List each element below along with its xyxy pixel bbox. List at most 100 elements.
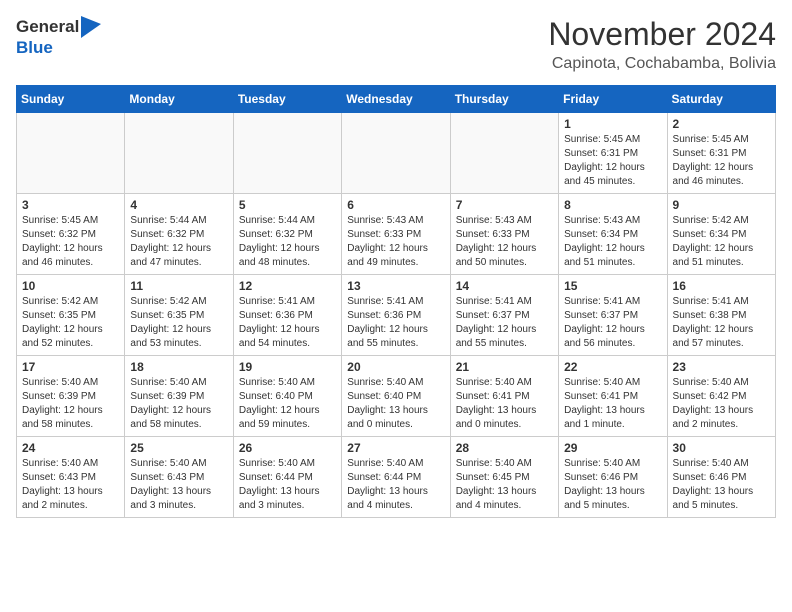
day-info: Sunrise: 5:41 AM Sunset: 6:36 PM Dayligh… (347, 295, 444, 351)
day-number: 14 (456, 279, 553, 293)
day-info: Sunrise: 5:40 AM Sunset: 6:41 PM Dayligh… (456, 376, 553, 432)
calendar-cell: 16Sunrise: 5:41 AM Sunset: 6:38 PM Dayli… (667, 275, 775, 356)
day-info: Sunrise: 5:40 AM Sunset: 6:43 PM Dayligh… (130, 457, 227, 513)
calendar-cell: 21Sunrise: 5:40 AM Sunset: 6:41 PM Dayli… (450, 356, 558, 437)
calendar-cell: 5 Sunrise: 5:44 AM Sunset: 6:32 PM Daylig… (233, 194, 341, 275)
calendar-cell: 20Sunrise: 5:40 AM Sunset: 6:40 PM Dayli… (342, 356, 450, 437)
calendar-cell: 30 Sunrise: 5:40 AM Sunset: 6:46 PM Dayli… (667, 437, 775, 518)
calendar-cell: 17Sunrise: 5:40 AM Sunset: 6:39 PM Dayli… (17, 356, 125, 437)
calendar-cell: 28 Sunrise: 5:40 AM Sunset: 6:45 PM Dayli… (450, 437, 558, 518)
weekday-monday: Monday (125, 86, 233, 113)
logo-blue: Blue (16, 38, 53, 57)
day-info: Sunrise: 5:41 AM Sunset: 6:36 PM Dayligh… (239, 295, 336, 351)
day-number: 25 (130, 441, 227, 455)
day-info: Sunrise: 5:44 AM Sunset: 6:32 PM Dayligh… (130, 214, 227, 270)
title-block: November 2024 Capinota, Cochabamba, Boli… (548, 16, 776, 73)
weekday-saturday: Saturday (667, 86, 775, 113)
calendar-cell: 8Sunrise: 5:43 AM Sunset: 6:34 PM Daylig… (559, 194, 667, 275)
calendar-cell: 6 Sunrise: 5:43 AM Sunset: 6:33 PM Daylig… (342, 194, 450, 275)
day-info: Sunrise: 5:40 AM Sunset: 6:46 PM Dayligh… (564, 457, 661, 513)
calendar-table: SundayMondayTuesdayWednesdayThursdayFrid… (16, 85, 776, 518)
day-info: Sunrise: 5:40 AM Sunset: 6:41 PM Dayligh… (564, 376, 661, 432)
weekday-sunday: Sunday (17, 86, 125, 113)
weekday-thursday: Thursday (450, 86, 558, 113)
calendar-cell (17, 113, 125, 194)
week-row-0: 1 Sunrise: 5:45 AM Sunset: 6:31 PM Daylig… (17, 113, 776, 194)
calendar-cell: 15 Sunrise: 5:41 AM Sunset: 6:37 PM Dayli… (559, 275, 667, 356)
day-number: 18 (130, 360, 227, 374)
calendar-cell: 27 Sunrise: 5:40 AM Sunset: 6:44 PM Dayli… (342, 437, 450, 518)
day-number: 10 (22, 279, 119, 293)
weekday-wednesday: Wednesday (342, 86, 450, 113)
calendar-cell: 22 Sunrise: 5:40 AM Sunset: 6:41 PM Dayli… (559, 356, 667, 437)
calendar-cell: 11 Sunrise: 5:42 AM Sunset: 6:35 PM Dayli… (125, 275, 233, 356)
calendar-cell (342, 113, 450, 194)
calendar-cell: 14 Sunrise: 5:41 AM Sunset: 6:37 PM Dayli… (450, 275, 558, 356)
day-info: Sunrise: 5:41 AM Sunset: 6:37 PM Dayligh… (456, 295, 553, 351)
calendar-cell: 13 Sunrise: 5:41 AM Sunset: 6:36 PM Dayli… (342, 275, 450, 356)
day-number: 4 (130, 198, 227, 212)
weekday-tuesday: Tuesday (233, 86, 341, 113)
week-row-3: 17Sunrise: 5:40 AM Sunset: 6:39 PM Dayli… (17, 356, 776, 437)
day-number: 19 (239, 360, 336, 374)
day-number: 5 (239, 198, 336, 212)
day-info: Sunrise: 5:43 AM Sunset: 6:34 PM Dayligh… (564, 214, 661, 270)
day-info: Sunrise: 5:40 AM Sunset: 6:40 PM Dayligh… (239, 376, 336, 432)
day-number: 12 (239, 279, 336, 293)
day-info: Sunrise: 5:40 AM Sunset: 6:42 PM Dayligh… (673, 376, 770, 432)
calendar-cell (450, 113, 558, 194)
day-number: 28 (456, 441, 553, 455)
logo: General Blue (16, 16, 101, 58)
day-number: 6 (347, 198, 444, 212)
day-number: 30 (673, 441, 770, 455)
day-number: 27 (347, 441, 444, 455)
day-info: Sunrise: 5:43 AM Sunset: 6:33 PM Dayligh… (456, 214, 553, 270)
day-info: Sunrise: 5:45 AM Sunset: 6:31 PM Dayligh… (673, 133, 770, 189)
day-number: 17 (22, 360, 119, 374)
day-number: 2 (673, 117, 770, 131)
calendar-cell: 3Sunrise: 5:45 AM Sunset: 6:32 PM Daylig… (17, 194, 125, 275)
calendar-cell: 4 Sunrise: 5:44 AM Sunset: 6:32 PM Daylig… (125, 194, 233, 275)
day-info: Sunrise: 5:40 AM Sunset: 6:40 PM Dayligh… (347, 376, 444, 432)
week-row-2: 10 Sunrise: 5:42 AM Sunset: 6:35 PM Dayli… (17, 275, 776, 356)
day-number: 9 (673, 198, 770, 212)
day-number: 15 (564, 279, 661, 293)
day-number: 11 (130, 279, 227, 293)
day-number: 13 (347, 279, 444, 293)
day-number: 3 (22, 198, 119, 212)
calendar-cell: 7 Sunrise: 5:43 AM Sunset: 6:33 PM Daylig… (450, 194, 558, 275)
logo-general: General (16, 17, 79, 37)
calendar-cell: 29Sunrise: 5:40 AM Sunset: 6:46 PM Dayli… (559, 437, 667, 518)
calendar-cell: 9Sunrise: 5:42 AM Sunset: 6:34 PM Daylig… (667, 194, 775, 275)
day-number: 7 (456, 198, 553, 212)
calendar-cell: 19 Sunrise: 5:40 AM Sunset: 6:40 PM Dayli… (233, 356, 341, 437)
day-number: 22 (564, 360, 661, 374)
calendar-cell: 23 Sunrise: 5:40 AM Sunset: 6:42 PM Dayli… (667, 356, 775, 437)
day-info: Sunrise: 5:42 AM Sunset: 6:35 PM Dayligh… (22, 295, 119, 351)
calendar-cell: 1Sunrise: 5:45 AM Sunset: 6:31 PM Daylig… (559, 113, 667, 194)
day-number: 24 (22, 441, 119, 455)
month-title: November 2024 (548, 16, 776, 53)
calendar-cell (233, 113, 341, 194)
day-info: Sunrise: 5:40 AM Sunset: 6:44 PM Dayligh… (347, 457, 444, 513)
calendar-cell (125, 113, 233, 194)
day-info: Sunrise: 5:41 AM Sunset: 6:38 PM Dayligh… (673, 295, 770, 351)
week-row-4: 24 Sunrise: 5:40 AM Sunset: 6:43 PM Dayli… (17, 437, 776, 518)
day-info: Sunrise: 5:40 AM Sunset: 6:45 PM Dayligh… (456, 457, 553, 513)
calendar-cell: 18Sunrise: 5:40 AM Sunset: 6:39 PM Dayli… (125, 356, 233, 437)
day-info: Sunrise: 5:40 AM Sunset: 6:43 PM Dayligh… (22, 457, 119, 513)
location: Capinota, Cochabamba, Bolivia (548, 55, 776, 73)
calendar-cell: 10 Sunrise: 5:42 AM Sunset: 6:35 PM Dayli… (17, 275, 125, 356)
logo-icon (81, 16, 101, 38)
calendar-cell: 25 Sunrise: 5:40 AM Sunset: 6:43 PM Dayli… (125, 437, 233, 518)
day-info: Sunrise: 5:43 AM Sunset: 6:33 PM Dayligh… (347, 214, 444, 270)
day-info: Sunrise: 5:42 AM Sunset: 6:35 PM Dayligh… (130, 295, 227, 351)
day-number: 1 (564, 117, 661, 131)
day-info: Sunrise: 5:44 AM Sunset: 6:32 PM Dayligh… (239, 214, 336, 270)
day-info: Sunrise: 5:41 AM Sunset: 6:37 PM Dayligh… (564, 295, 661, 351)
day-number: 26 (239, 441, 336, 455)
day-info: Sunrise: 5:40 AM Sunset: 6:46 PM Dayligh… (673, 457, 770, 513)
calendar-cell: 12 Sunrise: 5:41 AM Sunset: 6:36 PM Dayli… (233, 275, 341, 356)
weekday-friday: Friday (559, 86, 667, 113)
day-number: 23 (673, 360, 770, 374)
